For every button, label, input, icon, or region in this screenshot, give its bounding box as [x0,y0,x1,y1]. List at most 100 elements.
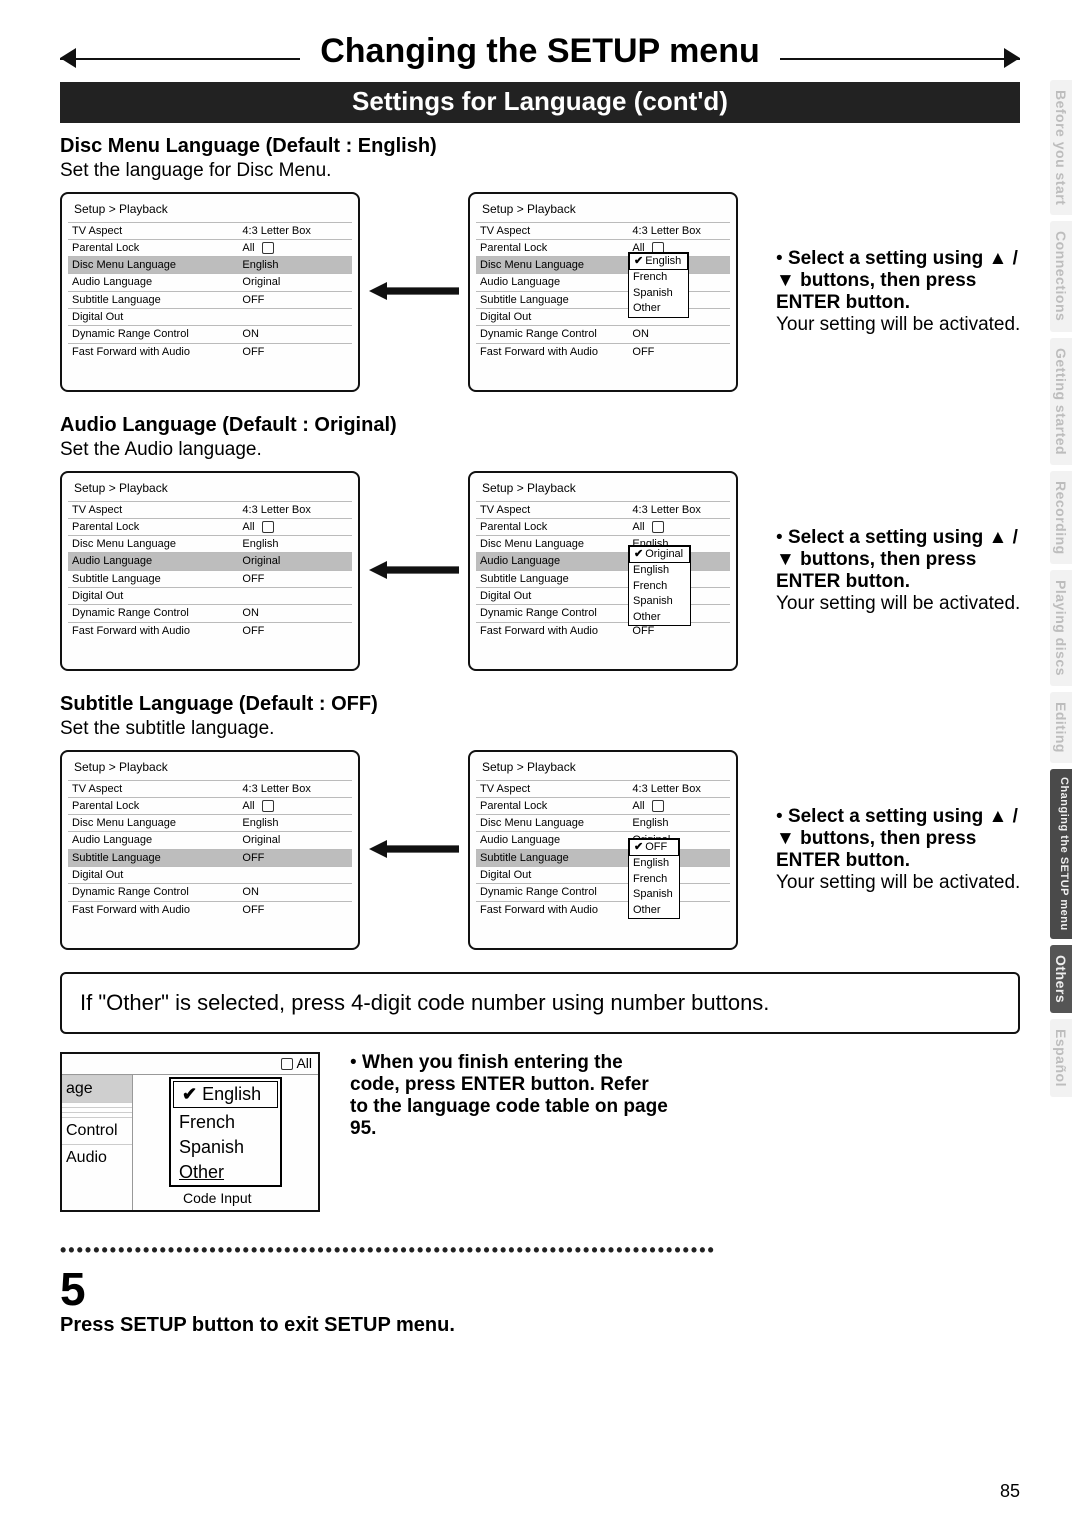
setup-row: Fast Forward with AudioOFF [476,343,730,360]
chevron-left-icon [60,48,76,68]
lock-icon [258,800,274,812]
setup-panel-right: Setup > Playback TV Aspect4:3 Letter BoxP… [468,471,738,671]
setup-row: Fast Forward with AudioOFF [68,901,352,918]
setup-row: Subtitle LanguageOFF [476,291,730,308]
page-number: 85 [1000,1481,1020,1502]
side-tab[interactable]: Recording [1050,471,1072,565]
side-tab[interactable]: Changing the SETUP menu [1050,769,1072,939]
setup-row: TV Aspect4:3 Letter Box [68,501,352,518]
zoom-left-label: age [62,1075,132,1102]
setup-row: Dynamic Range ControlON [476,884,730,901]
dropdown-option[interactable]: English [629,563,690,578]
setup-row: Digital Out [68,867,352,884]
section-disc-menu-language: Disc Menu Language (Default : English) S… [60,135,1020,392]
check-icon [634,841,645,853]
dropdown-option[interactable]: OFF [629,839,679,856]
setup-row: Dynamic Range ControlON [476,326,730,343]
side-tab[interactable]: Getting started [1050,338,1072,465]
setup-row: Fast Forward with AudioOFF [68,622,352,639]
arrow-left-icon [364,836,464,865]
instruction-text: • Select a setting using ▲ / ▼ buttons, … [776,527,1036,615]
step-text: Press SETUP button to exit SETUP menu. [60,1314,1020,1337]
setup-row: TV Aspect4:3 Letter Box [68,222,352,239]
disc-language-dropdown[interactable]: EnglishFrenchSpanishOther [628,252,689,318]
instruction-text: • Select a setting using ▲ / ▼ buttons, … [776,806,1036,894]
audio-language-dropdown[interactable]: OriginalEnglishFrenchSpanishOther [628,545,691,626]
note-other-text: If "Other" is selected, press 4-digit co… [80,990,769,1015]
side-tab[interactable]: Connections [1050,221,1072,331]
dropdown-option[interactable]: Spanish [629,594,690,609]
dropdown-option[interactable]: English [629,253,688,270]
setup-row: Audio LanguageOriginal [68,553,352,570]
dropdown-option[interactable]: Other [629,301,688,316]
dropdown-option[interactable]: Other [629,903,679,918]
setup-row: Disc Menu LanguageEnglish [68,815,352,832]
side-tab[interactable]: Before you start [1050,80,1072,215]
setup-row: Dynamic Range ControlON [68,326,352,343]
setup-row: Subtitle LanguageOFF [68,570,352,587]
zoom-option: Other [171,1160,280,1185]
setup-row: Fast Forward with AudioOFF [68,343,352,360]
breadcrumb: Setup > Playback [482,481,730,497]
lock-icon [258,242,274,254]
instruction-text: • Select a setting using ▲ / ▼ buttons, … [776,248,1036,336]
dropdown-option[interactable]: French [629,872,679,887]
subtitle-language-dropdown[interactable]: OFFEnglishFrenchSpanishOther [628,838,680,919]
side-tab[interactable]: Editing [1050,692,1072,763]
page-title: Changing the SETUP menu [300,32,780,71]
check-icon [634,255,645,267]
setup-row: Parental LockAll [68,518,352,535]
setup-row: TV Aspect4:3 Letter Box [476,501,730,518]
side-tab[interactable]: Playing discs [1050,570,1072,686]
dropdown-option[interactable]: Original [629,546,690,563]
section-description: Set the Audio language. [60,439,1020,461]
setup-row: Disc Menu LanguageEnglish [476,257,730,274]
setup-row: Digital Out [476,867,730,884]
setup-row: Subtitle LanguageOFF [68,291,352,308]
setup-panel-left: Setup > PlaybackTV Aspect4:3 Letter BoxP… [60,192,360,392]
setup-row: Parental LockAll [476,518,730,535]
section-subtitle-language: Subtitle Language (Default : OFF) Set th… [60,693,1020,950]
dropdown-option[interactable]: French [629,579,690,594]
zoom-left-label: Control [62,1117,132,1144]
side-tab[interactable]: Español [1050,1019,1072,1097]
side-tab[interactable]: Others [1050,945,1072,1013]
setup-panel-right: Setup > Playback TV Aspect4:3 Letter BoxP… [468,192,738,392]
arrow-left-icon [364,278,464,307]
zoom-top-value: All [296,1055,312,1071]
setup-row: TV Aspect4:3 Letter Box [476,222,730,239]
step-number: 5 [60,1269,1020,1310]
chevron-right-icon [1004,48,1020,68]
setup-row: Audio LanguageOriginal [68,832,352,849]
setup-row: Fast Forward with AudioOFF [476,901,730,918]
dropdown-option[interactable]: Spanish [629,286,688,301]
setup-row: Audio LanguageOriginal [68,274,352,291]
setup-row: Audio LanguageOriginal [476,553,730,570]
setup-row: TV Aspect4:3 Letter Box [476,780,730,797]
code-input-field[interactable]: - - - - -- - - [183,1211,233,1212]
setup-panel-left: Setup > PlaybackTV Aspect4:3 Letter BoxP… [60,750,360,950]
dropdown-option[interactable]: English [629,856,679,871]
setup-row: Parental LockAll [68,239,352,256]
setup-row: Digital Out [476,588,730,605]
section-subtitle: Settings for Language (cont'd) [60,82,1020,123]
dropdown-option[interactable]: Spanish [629,887,679,902]
setup-panel-right: Setup > PlaybackTV Aspect4:3 Letter BoxP… [468,750,738,950]
dropdown-option[interactable]: Other [629,610,690,625]
note-other-box: If "Other" is selected, press 4-digit co… [60,972,1020,1034]
breadcrumb: Setup > Playback [482,202,730,218]
breadcrumb: Setup > Playback [74,481,352,497]
setup-panel-left: Setup > Playback TV Aspect4:3 Letter BoxP… [60,471,360,671]
setup-row: Subtitle LanguageOFF [68,849,352,866]
setup-row: Parental LockAll [476,239,730,256]
dropdown-option[interactable]: French [629,270,688,285]
setup-row: Digital Out [68,309,352,326]
section-heading: Audio Language (Default : Original) [60,414,1020,437]
setup-row: TV Aspect4:3 Letter Box [68,780,352,797]
lock-icon [648,800,664,812]
arrow-left-icon [364,557,464,586]
setup-row: Audio LanguageOriginal [476,274,730,291]
setup-row: Digital Out [476,309,730,326]
setup-row: Audio LanguageOriginal [476,832,730,849]
side-tabs: Before you start Connections Getting start… [1050,80,1072,1097]
